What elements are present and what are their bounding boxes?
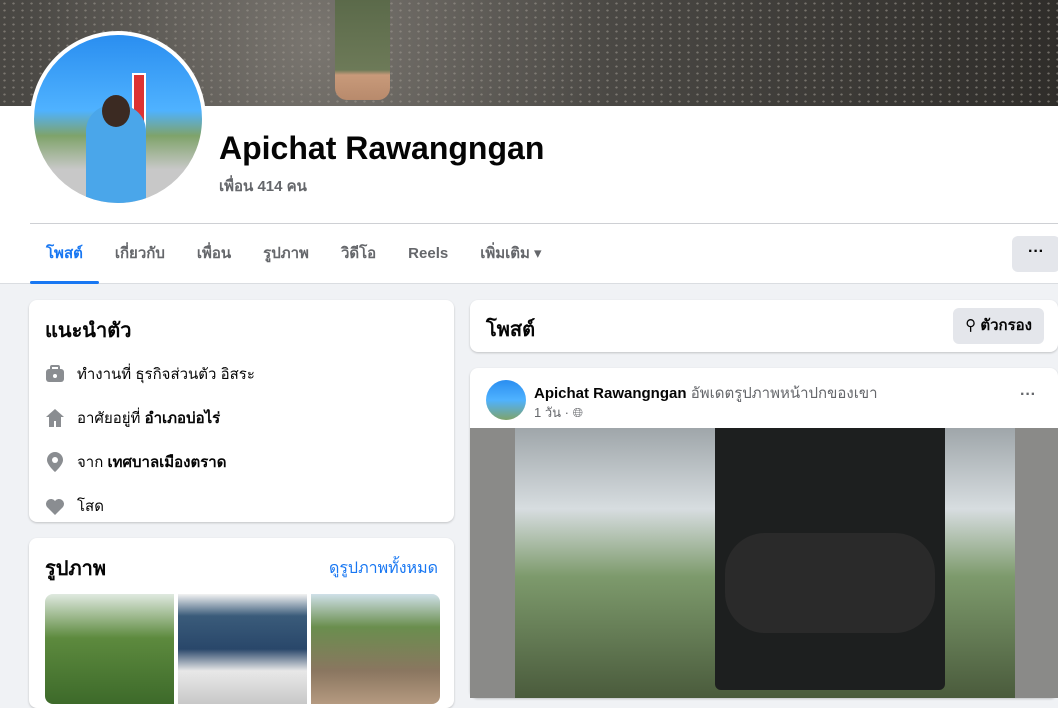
filter-button[interactable]: ⚲ ตัวกรอง [953,308,1044,344]
photo-thumbnail[interactable] [45,594,174,704]
tab-more[interactable]: เพิ่มเติม ▾ [464,232,557,284]
briefcase-icon [45,364,65,384]
intro-item-lives: อาศัยอยู่ที่ อำเภอบ่อไร่ [45,406,438,430]
home-icon [45,408,65,428]
filter-icon: ⚲ [965,317,981,334]
profile-name: Apichat Rawangngan [219,130,545,166]
tab-about[interactable]: เกี่ยวกับ [99,232,181,284]
intro-text: ทำงานที่ ธุรกิจส่วนตัว อิสระ [77,366,255,383]
post-author-name[interactable]: Apichat Rawangngan [534,385,687,402]
tab-friends[interactable]: เพื่อน [181,232,247,284]
post-card: Apichat Rawangngan อัพเดตรูปภาพหน้าปกของ… [470,368,1058,698]
friends-count[interactable]: เพื่อน 414 คน [219,174,307,198]
intro-link[interactable]: อำเภอบ่อไร่ [145,406,221,430]
intro-text: จาก [77,454,104,471]
tab-reels[interactable]: Reels [392,232,464,284]
intro-text: โสด [77,498,104,515]
tab-posts[interactable]: โพสต์ [30,232,99,284]
intro-item-work: ทำงานที่ ธุรกิจส่วนตัว อิสระ [45,362,438,386]
see-all-photos-link[interactable]: ดูรูปภาพทั้งหมด [329,556,438,581]
post-author-avatar[interactable] [486,380,526,420]
intro-title: แนะนำตัว [45,320,132,342]
post-action: อัพเดตรูปภาพหน้าปกของเขา [690,385,878,402]
photos-card: รูปภาพ ดูรูปภาพทั้งหมด [29,538,454,708]
tab-photos[interactable]: รูปภาพ [247,232,325,284]
globe-icon: 🌐︎ [572,405,584,420]
post-options-button[interactable]: ··· [1020,386,1036,404]
location-pin-icon [45,452,65,472]
tab-videos[interactable]: วิดีโอ [325,232,392,284]
filter-label: ตัวกรอง [980,317,1032,334]
intro-text: อาศัยอยู่ที่ [77,410,141,427]
intro-card: แนะนำตัว ทำงานที่ ธุรกิจส่วนตัว อิสระ อา… [29,300,454,522]
more-options-button[interactable]: ··· [1012,236,1058,272]
intro-item-relationship: โสด [45,494,438,518]
divider [30,223,1058,224]
post-timestamp[interactable]: 1 วัน · [534,405,569,420]
intro-item-from: จาก เทศบาลเมืองตราด [45,450,438,474]
heart-icon [45,496,65,516]
intro-link[interactable]: เทศบาลเมืองตราด [107,450,226,474]
photo-thumbnail[interactable] [311,594,440,704]
post-image[interactable] [470,428,1058,698]
profile-avatar[interactable] [30,31,206,207]
profile-tabs: โพสต์ เกี่ยวกับ เพื่อน รูปภาพ วิดีโอ Ree… [30,232,558,284]
photo-thumbnail[interactable] [178,594,307,704]
posts-header-card: โพสต์ ⚲ ตัวกรอง [470,300,1058,352]
